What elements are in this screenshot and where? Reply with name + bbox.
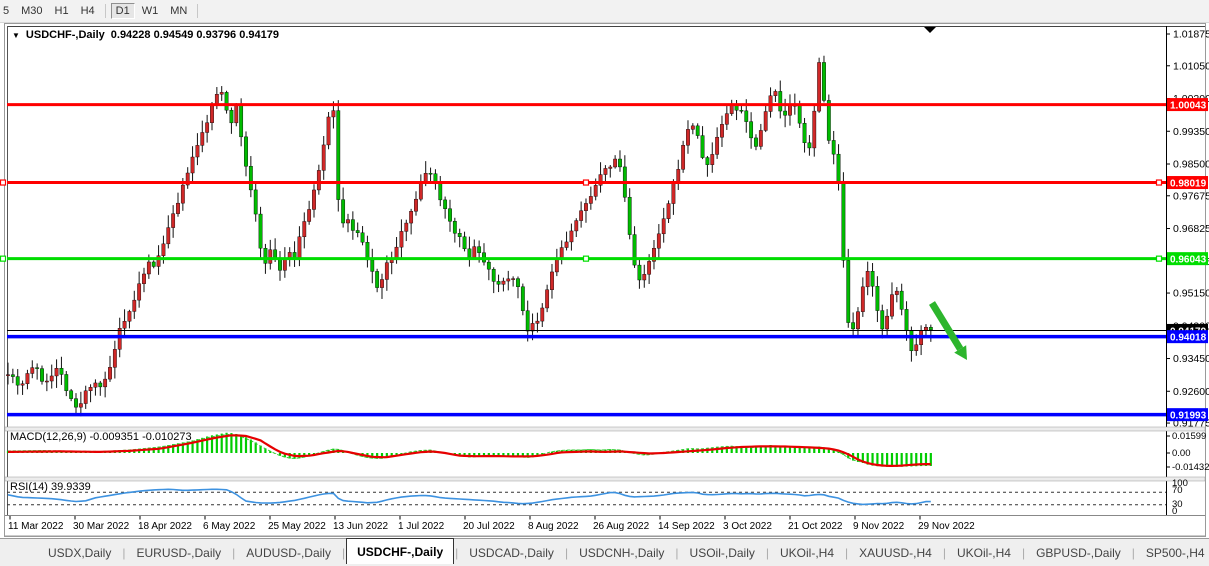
svg-text:1.01875: 1.01875 xyxy=(1173,29,1209,41)
svg-text:0.97675: 0.97675 xyxy=(1173,190,1209,202)
svg-text:13 Jun 2022: 13 Jun 2022 xyxy=(333,521,388,532)
symbol-tab-ukoil-h4[interactable]: UKOil-,H4 xyxy=(770,542,844,564)
symbol-tab-usdchf-daily[interactable]: USDCHF-,Daily xyxy=(346,538,454,564)
svg-text:9 Nov 2022: 9 Nov 2022 xyxy=(853,521,905,532)
chart-canvas[interactable]: 1.018751.010501.002000.993500.985000.976… xyxy=(0,0,1209,566)
symbol-tab-usoil-daily[interactable]: USOil-,Daily xyxy=(680,542,765,564)
svg-text:26 Aug 2022: 26 Aug 2022 xyxy=(593,521,650,532)
svg-text:0.00: 0.00 xyxy=(1172,448,1191,459)
symbol-tab-sp500-h4[interactable]: SP500-,H4 xyxy=(1136,542,1209,564)
symbol-tab-xauusd-h4[interactable]: XAUUSD-,H4 xyxy=(849,542,942,564)
timeframe-button-H1[interactable]: H1 xyxy=(50,3,74,19)
toolbar-separator xyxy=(105,4,106,18)
rsi-indicator-label: RSI(14) 39.9339 xyxy=(10,481,91,493)
chart-collapse-icon[interactable]: ▼ xyxy=(12,31,20,40)
toolbar-separator xyxy=(197,4,198,18)
svg-text:3 Oct 2022: 3 Oct 2022 xyxy=(723,521,772,532)
timeframe-button-W1[interactable]: W1 xyxy=(137,3,164,19)
svg-text:0.96043: 0.96043 xyxy=(1170,255,1207,266)
svg-text:0: 0 xyxy=(1172,506,1177,517)
svg-text:0.98019: 0.98019 xyxy=(1170,179,1207,190)
symbol-tab-gbpusd-daily[interactable]: GBPUSD-,Daily xyxy=(1026,542,1131,564)
svg-text:11 Mar 2022: 11 Mar 2022 xyxy=(8,521,64,532)
ohlc-values: 0.94228 0.94549 0.93796 0.94179 xyxy=(111,29,279,41)
trading-app: 1.018751.010501.002000.993500.985000.976… xyxy=(0,0,1209,566)
svg-text:1.01050: 1.01050 xyxy=(1173,60,1209,72)
svg-text:0.93450: 0.93450 xyxy=(1173,353,1209,365)
svg-text:1.00043: 1.00043 xyxy=(1170,101,1207,112)
symbol-tab-ukoil-h4[interactable]: UKOil-,H4 xyxy=(947,542,1021,564)
svg-text:0.99350: 0.99350 xyxy=(1173,126,1209,138)
timeframe-button-MN[interactable]: MN xyxy=(165,3,192,19)
timeframe-toolbar: 5M30H1H4 D1W1MN xyxy=(0,0,1209,23)
chart-window-frame xyxy=(5,24,1206,537)
timeframe-button-D1[interactable]: D1 xyxy=(111,3,135,19)
timeframe-button-H4[interactable]: H4 xyxy=(76,3,100,19)
symbol-tab-audusd-daily[interactable]: AUDUSD-,Daily xyxy=(236,542,341,564)
macd-indicator-label: MACD(12,26,9) -0.009351 -0.010273 xyxy=(10,431,192,443)
symbol-tabbar: USDX,Daily|EURUSD-,Daily|AUDUSD-,Daily|U… xyxy=(0,538,1209,566)
svg-text:0.01599: 0.01599 xyxy=(1172,431,1206,442)
symbol-tab-eurusd-daily[interactable]: EURUSD-,Daily xyxy=(126,542,231,564)
symbol-period-label: USDCHF-,Daily xyxy=(26,29,105,41)
timeframe-button-5[interactable]: 5 xyxy=(0,3,14,19)
svg-text:21 Oct 2022: 21 Oct 2022 xyxy=(788,521,843,532)
svg-text:70: 70 xyxy=(1172,485,1183,496)
svg-text:1 Jul 2022: 1 Jul 2022 xyxy=(398,521,445,532)
svg-text:18 Apr 2022: 18 Apr 2022 xyxy=(138,521,192,532)
svg-text:29 Nov 2022: 29 Nov 2022 xyxy=(918,521,975,532)
svg-text:0.91993: 0.91993 xyxy=(1170,411,1207,422)
chart-title: ▼ USDCHF-,Daily 0.94228 0.94549 0.93796 … xyxy=(12,29,279,41)
svg-text:0.96825: 0.96825 xyxy=(1173,223,1209,235)
svg-text:0.98500: 0.98500 xyxy=(1173,159,1209,171)
svg-text:0.95150: 0.95150 xyxy=(1173,288,1209,300)
svg-text:0.94018: 0.94018 xyxy=(1170,333,1207,344)
svg-text:30 Mar 2022: 30 Mar 2022 xyxy=(73,521,130,532)
svg-text:14 Sep 2022: 14 Sep 2022 xyxy=(658,521,715,532)
timeframe-button-M30[interactable]: M30 xyxy=(16,3,47,19)
svg-text:25 May 2022: 25 May 2022 xyxy=(268,521,326,532)
svg-text:8 Aug 2022: 8 Aug 2022 xyxy=(528,521,579,532)
svg-text:6 May 2022: 6 May 2022 xyxy=(203,521,256,532)
symbol-tab-usdx-daily[interactable]: USDX,Daily xyxy=(38,542,121,564)
svg-text:-0.014321: -0.014321 xyxy=(1172,462,1209,473)
symbol-tab-usdcad-daily[interactable]: USDCAD-,Daily xyxy=(459,542,564,564)
svg-text:0.92600: 0.92600 xyxy=(1173,386,1209,398)
symbol-tab-usdcnh-daily[interactable]: USDCNH-,Daily xyxy=(569,542,674,564)
svg-text:20 Jul 2022: 20 Jul 2022 xyxy=(463,521,515,532)
